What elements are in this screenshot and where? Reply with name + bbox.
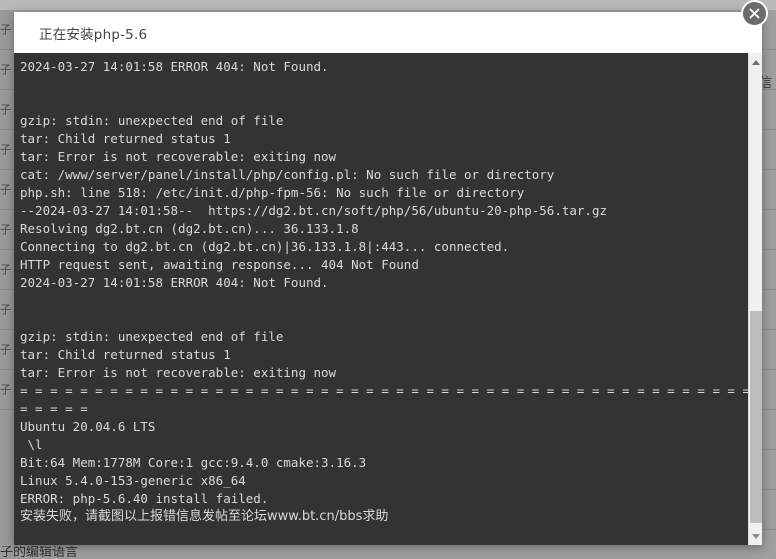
close-dialog-button[interactable] [741,0,768,27]
close-icon [749,8,760,19]
scroll-up-arrow-icon[interactable] [749,55,762,69]
backdrop-left-cell: 子 [0,290,14,330]
terminal-line: Linux 5.4.0-153-generic x86_64 [20,473,246,488]
terminal-line: 2024-03-27 14:01:58 ERROR 404: Not Found… [20,275,329,290]
terminal-line: Ubuntu 20.04.6 LTS [20,419,156,434]
backdrop-top-strip [0,0,776,10]
backdrop-bottom-text: 子的编辑语言 [0,546,79,559]
terminal-scrollbar[interactable] [748,53,762,545]
terminal-line: Connecting to dg2.bt.cn (dg2.bt.cn)|36.1… [20,239,510,254]
terminal-line: = = = = = = = = = = = = = = = = = = = = … [20,383,748,398]
scrollbar-thumb[interactable] [750,311,762,523]
backdrop-left-cell: 子 [0,50,14,90]
backdrop-left-cell: 子 [0,10,14,50]
terminal-output[interactable]: 2024-03-27 14:01:58 ERROR 404: Not Found… [14,53,748,545]
terminal-line: Bit:64 Mem:1778M Core:1 gcc:9.4.0 cmake:… [20,455,367,470]
backdrop-left-cell: 子 [0,250,14,290]
terminal-log-lines: 2024-03-27 14:01:58 ERROR 404: Not Found… [20,58,748,526]
terminal-line: gzip: stdin: unexpected end of file [20,329,284,344]
terminal-line: --2024-03-27 14:01:58-- https://dg2.bt.c… [20,203,607,218]
terminal-line: Resolving dg2.bt.cn (dg2.bt.cn)... 36.13… [20,221,359,236]
terminal-line: HTTP request sent, awaiting response... … [20,257,419,272]
backdrop-left-column: 子子子子子子子子子子 [0,10,14,559]
backdrop-left-cell: 子 [0,90,14,130]
terminal-line: php.sh: line 518: /etc/init.d/php-fpm-56… [20,185,525,200]
install-log-dialog: 正在安装php-5.6 2024-03-27 14:01:58 ERROR 40… [14,12,762,545]
terminal-line: cat: /www/server/panel/install/php/confi… [20,167,555,182]
terminal-line: = = = = = [20,401,88,416]
scroll-down-arrow-icon[interactable] [749,529,762,543]
dialog-title: 正在安装php-5.6 [39,26,148,43]
terminal-line: tar: Child returned status 1 [20,131,231,146]
terminal-line: tar: Error is not recoverable: exiting n… [20,365,337,380]
backdrop-left-cell: 子 [0,210,14,250]
backdrop-left-cell: 子 [0,130,14,170]
backdrop-left-cell: 子 [0,170,14,210]
chevron-down-icon [752,533,760,539]
dialog-header: 正在安装php-5.6 [14,12,762,53]
terminal-line: gzip: stdin: unexpected end of file [20,113,284,128]
terminal-line: 2024-03-27 14:01:58 ERROR 404: Not Found… [20,59,329,74]
terminal-line: 安装失败，请截图以上报错信息发帖至论坛www.bt.cn/bbs求助 [20,509,389,524]
terminal-line: tar: Child returned status 1 [20,347,231,362]
backdrop-left-cell: 子 [0,330,14,370]
terminal-line: \l [20,437,43,452]
terminal-line: tar: Error is not recoverable: exiting n… [20,149,337,164]
backdrop-left-cell: 子 [0,370,14,410]
terminal-line: ERROR: php-5.6.40 install failed. [20,491,269,506]
chevron-up-icon [752,59,760,65]
dialog-body: 2024-03-27 14:01:58 ERROR 404: Not Found… [14,53,762,545]
